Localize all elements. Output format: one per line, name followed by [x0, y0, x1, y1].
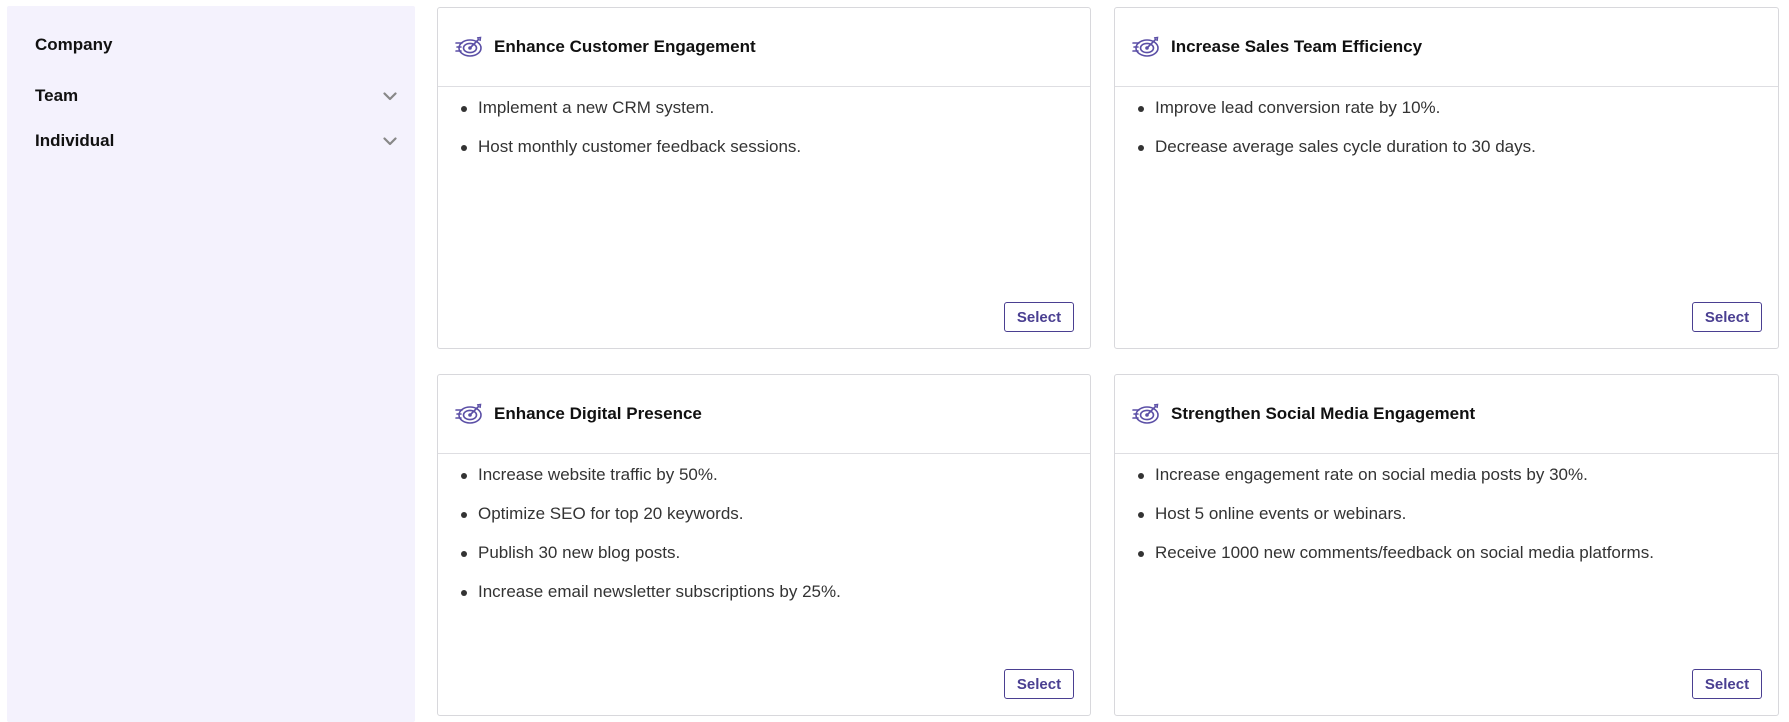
- card-title: Increase Sales Team Efficiency: [1171, 37, 1423, 56]
- card-title: Enhance Customer Engagement: [494, 37, 756, 56]
- list-item: Publish 30 new blog posts.: [461, 542, 1070, 564]
- target-arrow-icon: [455, 36, 483, 58]
- card-header: Enhance Customer Engagement: [438, 8, 1090, 87]
- goal-card: Strengthen Social Media Engagement Incre…: [1114, 374, 1779, 716]
- select-button[interactable]: Select: [1004, 302, 1074, 332]
- target-arrow-icon: [455, 403, 483, 425]
- chevron-down-icon[interactable]: [381, 132, 399, 150]
- sidebar-item-label: Individual: [35, 131, 115, 150]
- select-button[interactable]: Select: [1004, 669, 1074, 699]
- list-item: Receive 1000 new comments/feedback on so…: [1138, 542, 1758, 564]
- card-header: Enhance Digital Presence: [438, 375, 1090, 454]
- list-item: Increase email newsletter subscriptions …: [461, 581, 1070, 603]
- goal-card: Enhance Customer Engagement Implement a …: [437, 7, 1091, 349]
- select-button[interactable]: Select: [1692, 669, 1762, 699]
- target-arrow-icon: [1132, 36, 1160, 58]
- sidebar-item-individual[interactable]: Individual: [35, 127, 399, 155]
- sidebar-item-team[interactable]: Team: [35, 82, 399, 110]
- card-title: Strengthen Social Media Engagement: [1171, 404, 1476, 423]
- card-body: Increase engagement rate on social media…: [1115, 454, 1778, 564]
- chevron-down-icon[interactable]: [381, 87, 399, 105]
- goal-card: Enhance Digital Presence Increase websit…: [437, 374, 1091, 716]
- list-item: Improve lead conversion rate by 10%.: [1138, 97, 1758, 119]
- list-item: Host monthly customer feedback sessions.: [461, 136, 1070, 158]
- target-arrow-icon: [1132, 403, 1160, 425]
- card-header: Increase Sales Team Efficiency: [1115, 8, 1778, 87]
- list-item: Increase website traffic by 50%.: [461, 464, 1070, 486]
- card-body: Increase website traffic by 50%. Optimiz…: [438, 454, 1090, 603]
- list-item: Host 5 online events or webinars.: [1138, 503, 1758, 525]
- card-title: Enhance Digital Presence: [494, 404, 702, 423]
- sidebar-item-label: Team: [35, 86, 79, 105]
- list-item: Decrease average sales cycle duration to…: [1138, 136, 1758, 158]
- sidebar-item-company[interactable]: Company: [35, 31, 399, 59]
- goal-card: Increase Sales Team Efficiency Improve l…: [1114, 7, 1779, 349]
- list-item: Increase engagement rate on social media…: [1138, 464, 1758, 486]
- list-item: Optimize SEO for top 20 keywords.: [461, 503, 1070, 525]
- sidebar: Company Team Individual: [7, 6, 415, 722]
- list-item: Implement a new CRM system.: [461, 97, 1070, 119]
- card-body: Improve lead conversion rate by 10%. Dec…: [1115, 87, 1778, 158]
- sidebar-item-label: Company: [35, 35, 113, 54]
- select-button[interactable]: Select: [1692, 302, 1762, 332]
- card-body: Implement a new CRM system. Host monthly…: [438, 87, 1090, 158]
- card-header: Strengthen Social Media Engagement: [1115, 375, 1778, 454]
